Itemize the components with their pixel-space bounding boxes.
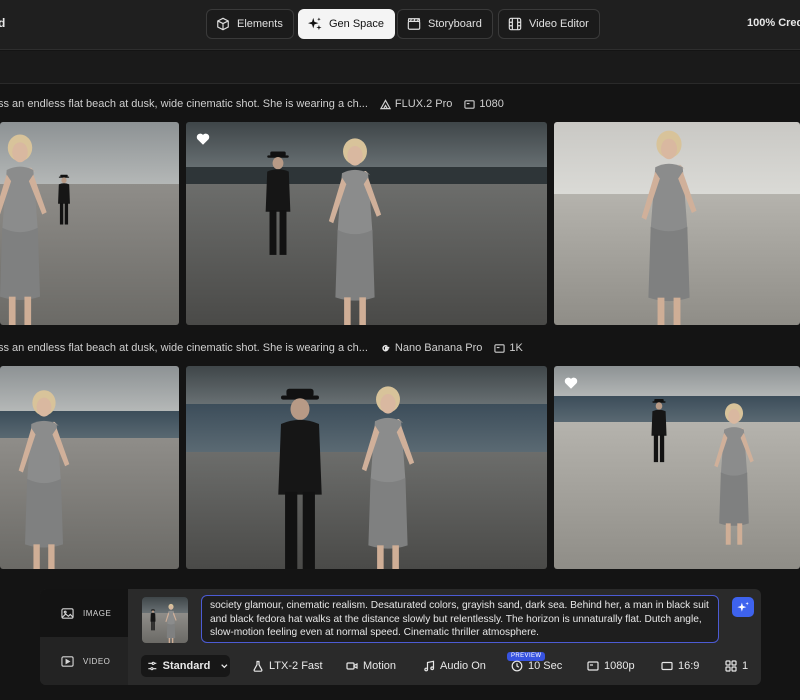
film-grid-icon (508, 17, 522, 31)
chevron-down-icon (221, 664, 228, 669)
clapperboard-icon (407, 18, 421, 30)
prompt-composer-panel: IMAGE VIDEO society glamour, cinematic r… (40, 589, 761, 685)
google-g-icon (382, 344, 390, 351)
beach-scene-image (554, 366, 800, 569)
grid-count-icon (725, 660, 737, 672)
magic-sparkle-icon (736, 601, 749, 612)
heart-icon[interactable] (196, 132, 210, 146)
flask-icon (253, 660, 263, 672)
model-chip: FLUX.2 Pro (379, 98, 453, 110)
clock-icon (511, 660, 523, 672)
nav-gen-space-button[interactable]: Gen Space (298, 9, 396, 39)
resolution-chip: 1080 (464, 98, 504, 110)
audio-label: Audio On (440, 660, 486, 672)
beach-scene-image (0, 366, 179, 569)
resolution-value: 1080p (604, 660, 635, 672)
flux-triangle-icon (379, 98, 391, 109)
resolution-icon (587, 661, 599, 671)
cube-icon (217, 17, 229, 31)
nav-video-editor-label: Video Editor (529, 18, 589, 30)
nav-elements-label: Elements (237, 18, 283, 30)
credits-indicator[interactable]: 100% Cred (747, 17, 800, 29)
top-navigation-bar: d Elements Gen Space Storyboard Video Ed… (0, 0, 800, 50)
generation-prompt-text[interactable]: ss an endless flat beach at dusk, wide c… (0, 98, 368, 110)
video-mode-button[interactable]: VIDEO (40, 637, 128, 685)
beach-scene-image (554, 122, 800, 325)
image-count-option[interactable]: 1 (725, 655, 748, 677)
generated-image-tile[interactable] (186, 366, 547, 569)
generated-image-tile[interactable] (186, 122, 547, 325)
generation-meta-row: ss an endless flat beach at dusk, wide c… (0, 95, 504, 113)
aspect-ratio-icon (661, 661, 673, 671)
generation-meta-row: ss an endless flat beach at dusk, wide c… (0, 339, 523, 357)
generation-prompt-text[interactable]: ss an endless flat beach at dusk, wide c… (0, 342, 368, 354)
tool-settings-icon (148, 661, 157, 671)
nav-gen-space-label: Gen Space (329, 18, 385, 30)
quality-value: Standard (162, 660, 211, 672)
beach-scene-image (186, 122, 547, 325)
resolution-option[interactable]: 1080p (587, 655, 635, 677)
nav-video-editor-button[interactable]: Video Editor (498, 9, 600, 39)
motion-label: Motion (363, 660, 397, 672)
mode-switcher: IMAGE VIDEO (40, 589, 128, 685)
aspect-ratio-option[interactable]: 16:9 (661, 655, 699, 677)
image-mode-label: IMAGE (83, 608, 112, 618)
resolution-icon (494, 343, 506, 353)
reference-image-thumbnail[interactable] (142, 597, 188, 643)
brand-name-fragment: d (0, 16, 6, 30)
duration-option[interactable]: 10 Sec (511, 655, 562, 677)
quality-dropdown[interactable]: Standard (141, 655, 230, 677)
generated-image-tile[interactable] (0, 366, 179, 569)
enhance-prompt-button[interactable] (732, 597, 754, 617)
heart-icon[interactable] (564, 376, 578, 390)
resolution-icon (464, 99, 476, 109)
beach-scene-image (186, 366, 547, 569)
generated-image-tile[interactable] (554, 366, 800, 569)
generated-image-tile[interactable] (0, 122, 179, 325)
motion-option[interactable]: Motion (346, 655, 396, 677)
sparkle-icon (308, 17, 322, 31)
model-chip: Nano Banana Pro (380, 342, 482, 354)
reference-image (142, 597, 188, 643)
image-count-value: 1 (742, 660, 749, 672)
model-selector[interactable]: LTX-2 Fast (252, 655, 323, 677)
model-name: FLUX.2 Pro (394, 98, 453, 110)
image-mode-button[interactable]: IMAGE (40, 589, 128, 637)
music-note-icon (424, 660, 435, 672)
resolution-value: 1080 (479, 98, 504, 110)
duration-value: 10 Sec (528, 660, 563, 672)
image-icon (61, 607, 74, 619)
generated-image-tile[interactable] (554, 122, 800, 325)
video-mode-label: VIDEO (83, 656, 111, 666)
audio-toggle[interactable]: Audio On (423, 655, 486, 677)
resolution-chip: 1K (494, 342, 523, 354)
aspect-ratio-value: 16:9 (678, 660, 700, 672)
prompt-textarea[interactable]: society glamour, cinematic realism. Desa… (201, 595, 719, 643)
toolbar-strip (0, 51, 800, 84)
resolution-value: 1K (509, 342, 523, 354)
nav-elements-button[interactable]: Elements (206, 9, 294, 39)
beach-scene-image (0, 122, 179, 325)
nav-storyboard-label: Storyboard (428, 18, 482, 30)
nav-storyboard-button[interactable]: Storyboard (397, 9, 493, 39)
camera-icon (346, 662, 358, 670)
model-value: LTX-2 Fast (269, 660, 323, 672)
model-name: Nano Banana Pro (394, 342, 483, 354)
video-icon (61, 655, 74, 667)
